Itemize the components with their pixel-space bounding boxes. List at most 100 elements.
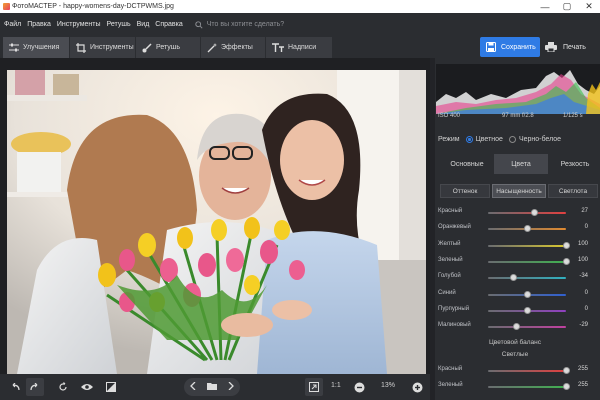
prev-image-button[interactable]	[189, 381, 196, 392]
iso-value: ISO 400	[438, 113, 461, 119]
chevron-left-icon	[189, 381, 196, 391]
app-logo-icon	[3, 3, 10, 10]
tab-enhance[interactable]: Улучшения	[3, 37, 69, 58]
tab-retouch[interactable]: Ретушь	[136, 37, 200, 58]
saturation-slider-knob[interactable]	[523, 306, 531, 314]
saturation-slider-knob[interactable]	[512, 323, 520, 331]
balance-slider-track[interactable]	[488, 386, 566, 388]
balance-slider-track[interactable]	[488, 370, 566, 372]
menu-help[interactable]: Справка	[155, 21, 182, 28]
balance-slider-label: Зеленый	[438, 382, 463, 388]
saturation-slider-value[interactable]: -34	[579, 273, 588, 279]
saturation-slider-knob[interactable]	[531, 209, 539, 216]
saturation-slider-knob[interactable]	[562, 241, 570, 249]
actual-size-button[interactable]: 1:1	[331, 382, 341, 389]
mode-option-color[interactable]: Цветное	[476, 136, 503, 143]
balance-slider-knob[interactable]	[562, 383, 570, 390]
panel-divider[interactable]	[430, 58, 435, 400]
sliders-icon	[9, 43, 19, 52]
saturation-slider-track[interactable]	[488, 260, 566, 263]
reset-icon	[59, 382, 67, 391]
zoom-in-button[interactable]	[408, 378, 426, 396]
window-title: ФотоМАСТЕР - happy-womens-day-DCTPWMS.jp…	[12, 3, 174, 10]
saturation-slider-knob[interactable]	[523, 290, 531, 298]
tab-effects[interactable]: Эффекты	[201, 37, 265, 58]
undo-icon	[12, 383, 20, 391]
saturation-slider-track[interactable]	[488, 326, 566, 329]
zoom-level: 13%	[381, 382, 396, 389]
menu-file[interactable]: Файл	[4, 21, 21, 28]
next-image-button[interactable]	[228, 381, 235, 392]
saturation-slider-value[interactable]: 0	[585, 306, 588, 312]
saturation-slider-row: Пурпурный 0	[438, 306, 588, 316]
tab-label: Инструменты	[90, 44, 134, 51]
mode-option-bw[interactable]: Черно-белое	[519, 136, 561, 143]
save-button[interactable]: Сохранить	[480, 37, 540, 57]
close-button[interactable]: ✕	[578, 0, 600, 13]
subtab-lightness[interactable]: Светлота	[548, 184, 598, 198]
menu-edit[interactable]: Правка	[27, 21, 51, 28]
minimize-button[interactable]: —	[534, 0, 556, 13]
menu-tools[interactable]: Инструменты	[57, 21, 101, 28]
balance-slider-value[interactable]: 255	[578, 382, 588, 388]
save-icon	[486, 42, 496, 52]
histogram	[436, 64, 600, 114]
photo-preview[interactable]	[7, 70, 426, 400]
saturation-slider-row: Оранжевый 0	[438, 224, 588, 234]
fit-screen-icon	[309, 382, 319, 392]
tab-label: Надписи	[288, 44, 317, 51]
window-controls: — ▢ ✕	[534, 0, 600, 13]
menu-retouch[interactable]: Ретушь	[107, 21, 131, 28]
brush-icon	[142, 42, 152, 52]
saturation-slider-row: Красный 27	[438, 208, 588, 218]
saturation-slider-value[interactable]: 0	[585, 290, 588, 296]
balance-slider-knob[interactable]	[562, 367, 570, 374]
redo-button[interactable]	[26, 378, 44, 396]
focal-value: 97 mm f/2.8	[502, 113, 534, 119]
open-folder-button[interactable]	[206, 382, 217, 392]
printer-icon	[545, 42, 557, 52]
search-field[interactable]: Что вы хотите сделать?	[195, 20, 284, 29]
menu-view[interactable]: Вид	[137, 21, 150, 28]
reset-button[interactable]	[54, 378, 72, 396]
saturation-slider-label: Голубой	[438, 273, 461, 280]
fit-screen-button[interactable]	[305, 378, 323, 396]
saturation-slider-value[interactable]: 0	[585, 224, 588, 230]
saturation-slider-label: Пурпурный	[438, 305, 470, 312]
tab-colors[interactable]: Цвета	[494, 154, 548, 174]
saturation-slider-value[interactable]: -29	[579, 322, 588, 328]
preview-button[interactable]	[78, 378, 96, 396]
saturation-slider-value[interactable]: 100	[578, 241, 588, 247]
tab-sharpness[interactable]: Резкость	[550, 154, 600, 174]
tab-basic[interactable]: Основные	[442, 154, 492, 174]
saturation-slider-label: Красный	[438, 208, 463, 214]
saturation-slider-knob[interactable]	[523, 225, 531, 233]
radio-color[interactable]	[465, 136, 473, 143]
subtab-hue[interactable]: Оттенок	[440, 184, 490, 198]
compare-button[interactable]	[102, 378, 120, 396]
tab-captions[interactable]: Надписи	[266, 37, 332, 58]
saturation-slider-label: Синий	[438, 289, 456, 296]
photo-canvas[interactable]	[0, 58, 430, 374]
saturation-slider-track[interactable]	[488, 212, 566, 214]
saturation-slider-row: Зеленый 100	[438, 257, 588, 267]
maximize-button[interactable]: ▢	[556, 0, 578, 13]
saturation-slider-row: Голубой -34	[438, 273, 588, 283]
saturation-slider-row: Синий 0	[438, 290, 588, 300]
saturation-slider-knob[interactable]	[510, 274, 518, 282]
undo-button[interactable]	[6, 378, 24, 396]
saturation-slider-knob[interactable]	[562, 257, 570, 265]
subtab-saturation[interactable]: Насыщенность	[492, 184, 546, 198]
tab-tools[interactable]: Инструменты	[70, 37, 135, 58]
saturation-slider-track[interactable]	[488, 277, 566, 280]
balance-slider-value[interactable]: 255	[578, 366, 588, 372]
saturation-slider-value[interactable]: 27	[581, 208, 588, 214]
radio-bw[interactable]	[508, 136, 516, 143]
bottom-toolbar: 1:1 13%	[0, 374, 430, 400]
print-button[interactable]: Печать	[545, 37, 586, 57]
saturation-slider-track[interactable]	[488, 244, 566, 247]
zoom-out-button[interactable]	[350, 378, 368, 396]
balance-subheading: Светлые	[501, 351, 529, 358]
saturation-slider-value[interactable]: 100	[578, 257, 588, 263]
toolbar: Улучшения Инструменты Ретушь Эффекты Над…	[0, 36, 600, 58]
